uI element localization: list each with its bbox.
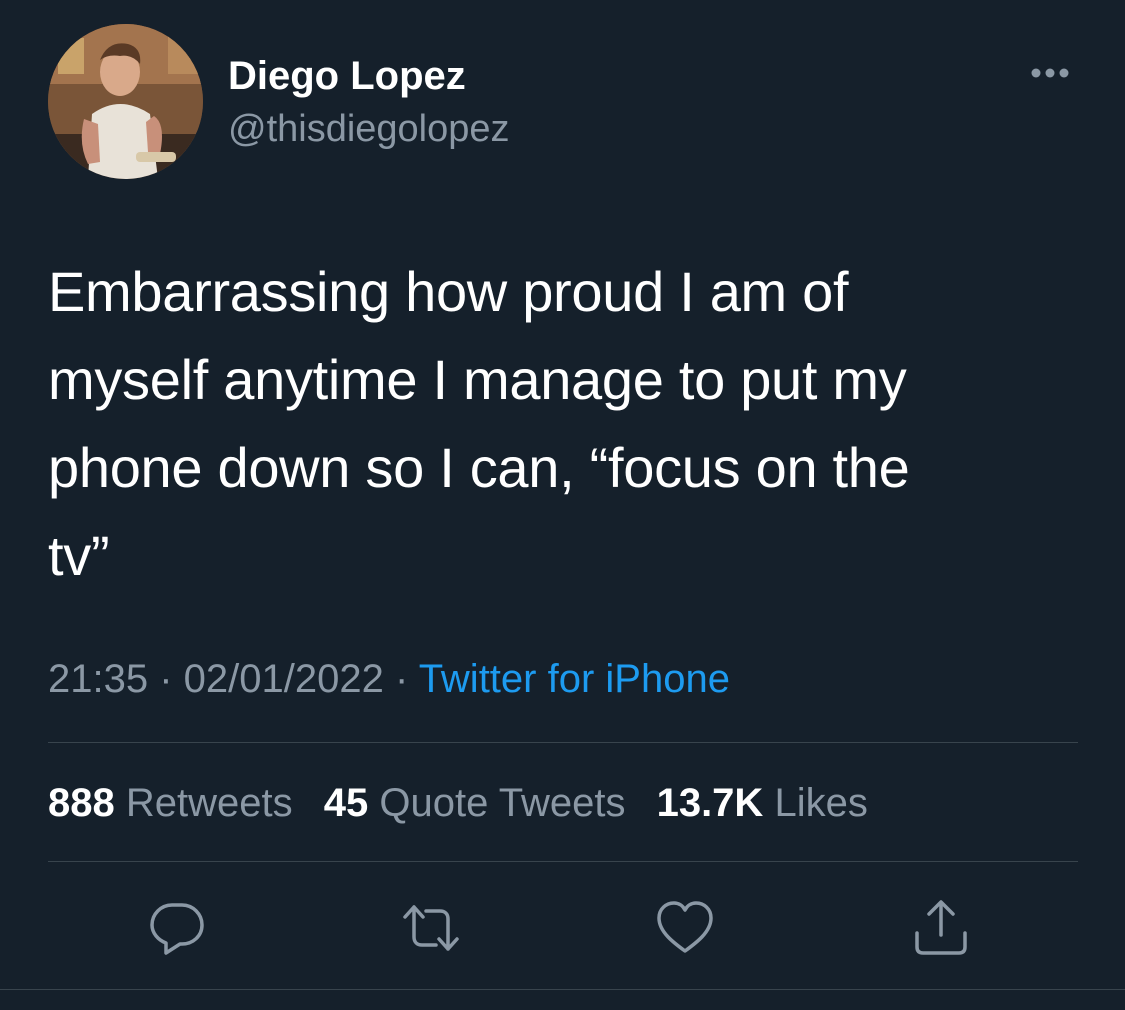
retweets-label: Retweets [125, 781, 293, 825]
retweet-button[interactable] [400, 897, 462, 959]
avatar-photo [48, 24, 203, 179]
reply-icon [150, 903, 204, 955]
likes-count: 13.7K [656, 781, 764, 825]
more-dots-icon [1031, 68, 1069, 78]
tweet-time[interactable]: 21:35 [48, 657, 148, 701]
quotes-label: Quote Tweets [379, 781, 626, 825]
reply-button[interactable] [146, 897, 208, 959]
tweet-source-link[interactable]: Twitter for iPhone [419, 657, 730, 701]
tweet-date[interactable]: 02/01/2022 [184, 657, 384, 701]
quotes-count: 45 [323, 781, 369, 825]
divider [48, 742, 1078, 743]
heart-icon [657, 901, 713, 953]
meta-separator: · [148, 657, 184, 701]
retweets-stat[interactable]: 888 Retweets [48, 781, 293, 825]
retweets-count: 888 [48, 781, 115, 825]
tweet-detail: Diego Lopez @thisdiegolopez Embarrassing… [0, 0, 1125, 1010]
retweet-icon [403, 905, 459, 951]
like-button[interactable] [654, 897, 716, 959]
share-button[interactable] [910, 897, 972, 959]
divider [0, 989, 1125, 990]
tweet-stats: 888 Retweets 45 Quote Tweets 13.7K Likes [48, 778, 888, 828]
avatar[interactable] [48, 24, 203, 179]
more-options-button[interactable] [1024, 58, 1076, 88]
meta-separator: · [383, 657, 419, 701]
author-display-name[interactable]: Diego Lopez [228, 52, 466, 100]
tweet-meta: 21:35 · 02/01/2022 · Twitter for iPhone [48, 654, 730, 704]
likes-stat[interactable]: 13.7K Likes [657, 781, 868, 825]
likes-label: Likes [774, 781, 868, 825]
author-handle[interactable]: @thisdiegolopez [228, 106, 510, 152]
tweet-text: Embarrassing how proud I am of myself an… [48, 260, 910, 587]
divider [48, 861, 1078, 862]
share-icon [915, 900, 967, 955]
quote-tweets-stat[interactable]: 45 Quote Tweets [324, 781, 626, 825]
